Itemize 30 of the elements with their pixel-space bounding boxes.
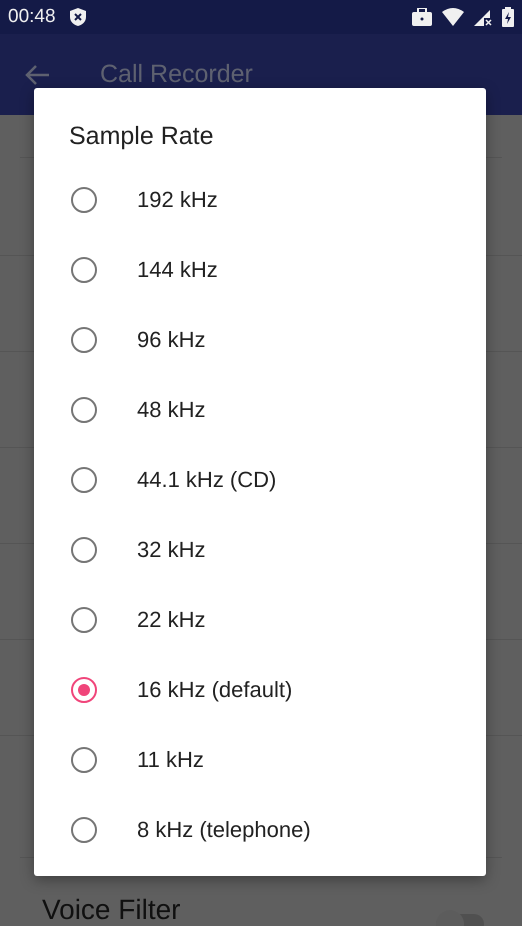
- option-label[interactable]: 144 kHz: [137, 257, 218, 283]
- radio-button[interactable]: [71, 187, 97, 213]
- shield-icon: [70, 8, 86, 26]
- briefcase-icon: [412, 8, 432, 26]
- option-label[interactable]: 32 kHz: [137, 537, 206, 563]
- option-label[interactable]: 44.1 kHz (CD): [137, 467, 276, 493]
- setting-label: Voice Filter: [42, 894, 180, 926]
- option-label[interactable]: 11 kHz: [137, 747, 204, 773]
- radio-button[interactable]: [71, 257, 97, 283]
- option-label[interactable]: 8 kHz (telephone): [137, 817, 311, 843]
- wifi-icon: [442, 8, 464, 26]
- option-label[interactable]: 96 kHz: [137, 327, 206, 353]
- option-label[interactable]: 192 kHz: [137, 187, 218, 213]
- radio-button[interactable]: [71, 327, 97, 353]
- option-label[interactable]: 48 kHz: [137, 397, 206, 423]
- option-label[interactable]: 16 kHz (default): [137, 677, 292, 703]
- back-arrow-icon[interactable]: [24, 64, 50, 86]
- option-label[interactable]: 22 kHz: [137, 607, 206, 633]
- radio-button[interactable]: [71, 467, 97, 493]
- radio-button[interactable]: [71, 677, 97, 703]
- battery-icon: [502, 7, 514, 27]
- app-title: Call Recorder: [100, 60, 253, 89]
- radio-button[interactable]: [71, 747, 97, 773]
- radio-button[interactable]: [71, 607, 97, 633]
- radio-button[interactable]: [71, 817, 97, 843]
- dialog-title: Sample Rate: [68, 121, 215, 152]
- status-time: 00:48: [8, 6, 56, 28]
- radio-button[interactable]: [71, 397, 97, 423]
- signal-icon: [474, 8, 492, 26]
- radio-button[interactable]: [71, 537, 97, 563]
